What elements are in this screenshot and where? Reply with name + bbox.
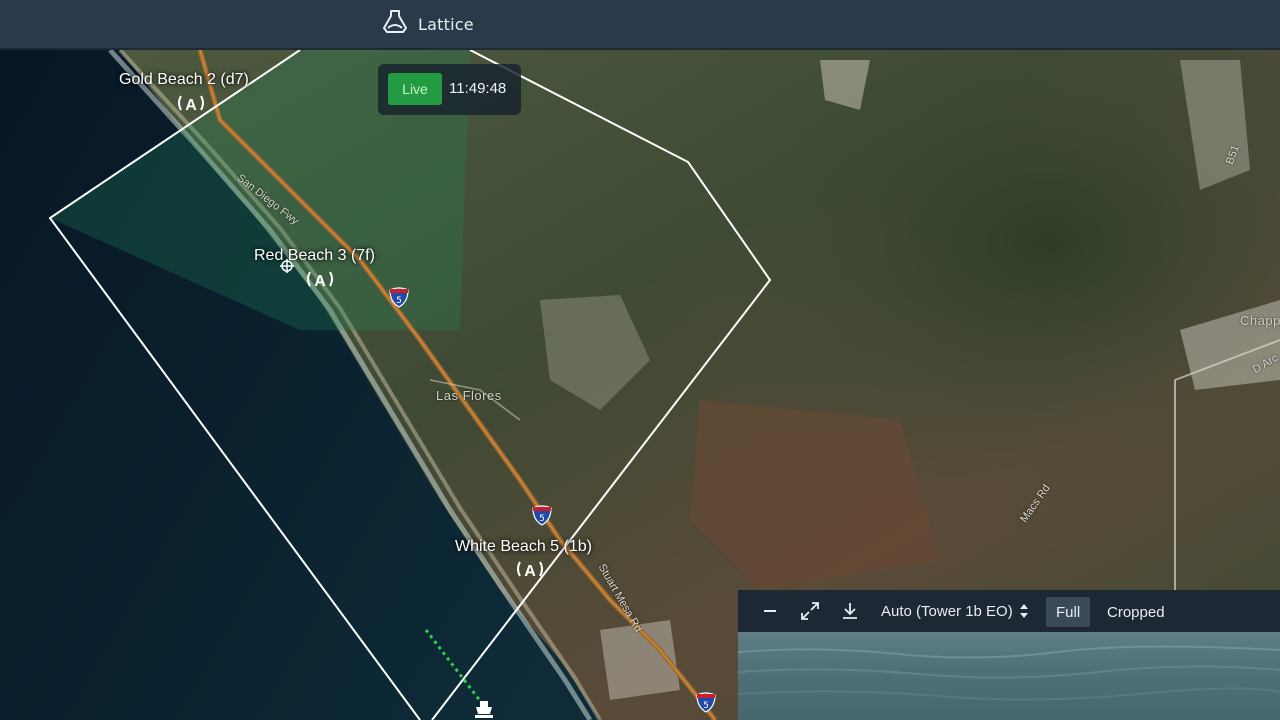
camera-panel: Auto (Tower 1b EO) Full Cropped: [738, 590, 1280, 720]
svg-text:5: 5: [703, 701, 709, 711]
tab-full[interactable]: Full: [1046, 597, 1091, 627]
vessel-icon[interactable]: [472, 698, 496, 720]
camera-source-select[interactable]: Auto (Tower 1b EO): [881, 598, 1029, 624]
live-time: 11:49:48: [449, 80, 507, 97]
site-label-white-beach[interactable]: White Beach 5 (1b): [455, 538, 592, 556]
live-badge[interactable]: Live: [388, 73, 442, 105]
minimize-icon: [764, 610, 776, 612]
lattice-logo-icon: [380, 8, 410, 41]
interstate-shield-icon: 5: [389, 287, 409, 308]
camera-feed[interactable]: [738, 632, 1280, 720]
svg-text:5: 5: [396, 296, 402, 306]
svg-text:A: A: [314, 273, 326, 290]
app-title: Lattice: [418, 14, 474, 34]
expand-button[interactable]: [798, 598, 822, 624]
place-label-las-flores: Las Flores: [436, 388, 502, 403]
interstate-shield-icon: 5: [532, 505, 552, 526]
expand-icon: [801, 602, 819, 620]
sort-arrows-icon: [1019, 604, 1028, 618]
site-label-gold-beach[interactable]: Gold Beach 2 (d7): [119, 71, 249, 89]
svg-text:A: A: [524, 563, 536, 580]
download-icon: [843, 603, 857, 619]
place-label-chapp: Chapp: [1240, 313, 1280, 328]
camera-feed-image: [738, 645, 1280, 701]
site-label-red-beach[interactable]: Red Beach 3 (7f): [254, 247, 375, 265]
download-button[interactable]: [838, 598, 862, 624]
antenna-icon[interactable]: A: [305, 268, 335, 290]
antenna-icon[interactable]: A: [515, 558, 545, 580]
minimize-button[interactable]: [758, 598, 782, 624]
svg-text:A: A: [185, 97, 197, 114]
camera-source-label: Auto (Tower 1b EO): [881, 602, 1013, 620]
tab-cropped[interactable]: Cropped: [1097, 597, 1175, 627]
brand[interactable]: Lattice: [380, 9, 474, 39]
top-bar: Lattice: [0, 0, 1280, 50]
crosshair-icon: [280, 259, 294, 273]
antenna-icon[interactable]: A: [176, 92, 206, 114]
interstate-shield-icon: 5: [696, 692, 716, 713]
live-status-chip: Live 11:49:48: [378, 64, 521, 115]
camera-toolbar: Auto (Tower 1b EO) Full Cropped: [738, 590, 1280, 632]
svg-text:5: 5: [539, 514, 545, 524]
